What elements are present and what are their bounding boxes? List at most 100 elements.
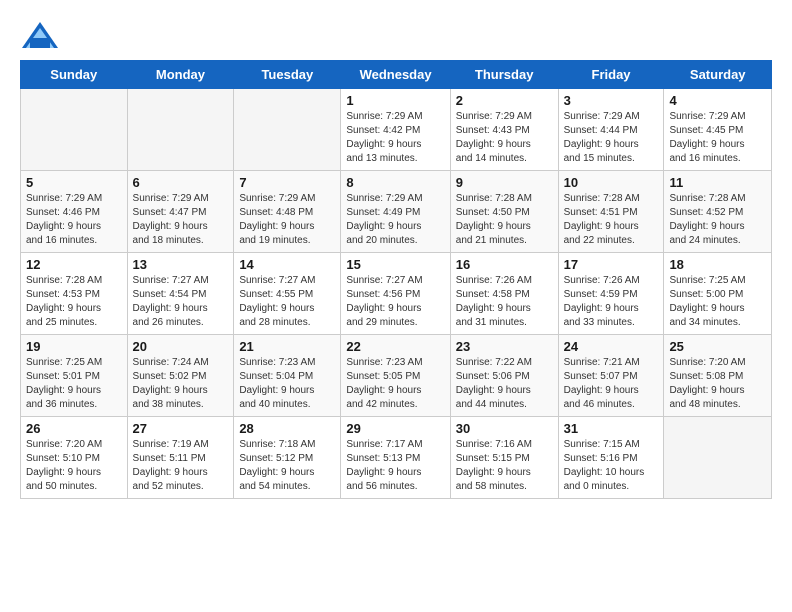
day-number: 17: [564, 257, 659, 272]
day-info: Sunrise: 7:28 AM Sunset: 4:50 PM Dayligh…: [456, 192, 553, 248]
calendar-cell: 2 Sunrise: 7:29 AM Sunset: 4:43 PM Daylig…: [450, 89, 558, 171]
calendar-cell: 11 Sunrise: 7:28 AM Sunset: 4:52 PM Dayli…: [664, 171, 772, 253]
day-info: Sunrise: 7:22 AM Sunset: 5:06 PM Dayligh…: [456, 356, 553, 412]
day-info: Sunrise: 7:29 AM Sunset: 4:45 PM Dayligh…: [669, 110, 766, 166]
day-info: Sunrise: 7:29 AM Sunset: 4:46 PM Dayligh…: [26, 192, 122, 248]
calendar-cell: 16 Sunrise: 7:26 AM Sunset: 4:58 PM Dayli…: [450, 253, 558, 335]
calendar-cell: 24Sunrise: 7:21 AM Sunset: 5:07 PM Dayli…: [558, 335, 664, 417]
calendar-cell: 23 Sunrise: 7:22 AM Sunset: 5:06 PM Dayli…: [450, 335, 558, 417]
day-info: Sunrise: 7:20 AM Sunset: 5:10 PM Dayligh…: [26, 438, 122, 494]
week-row-4: 19 Sunrise: 7:25 AM Sunset: 5:01 PM Dayli…: [21, 335, 772, 417]
day-number: 16: [456, 257, 553, 272]
calendar-table: SundayMondayTuesdayWednesdayThursdayFrid…: [20, 60, 772, 499]
day-info: Sunrise: 7:28 AM Sunset: 4:51 PM Dayligh…: [564, 192, 659, 248]
day-number: 23: [456, 339, 553, 354]
day-info: Sunrise: 7:21 AM Sunset: 5:07 PM Dayligh…: [564, 356, 659, 412]
day-number: 29: [346, 421, 444, 436]
day-info: Sunrise: 7:26 AM Sunset: 4:58 PM Dayligh…: [456, 274, 553, 330]
calendar-cell: 6 Sunrise: 7:29 AM Sunset: 4:47 PM Daylig…: [127, 171, 234, 253]
calendar-cell: 21Sunrise: 7:23 AM Sunset: 5:04 PM Dayli…: [234, 335, 341, 417]
day-info: Sunrise: 7:28 AM Sunset: 4:53 PM Dayligh…: [26, 274, 122, 330]
day-info: Sunrise: 7:29 AM Sunset: 4:47 PM Dayligh…: [133, 192, 229, 248]
calendar-cell: 26 Sunrise: 7:20 AM Sunset: 5:10 PM Dayli…: [21, 417, 128, 499]
day-number: 18: [669, 257, 766, 272]
day-header-sunday: Sunday: [21, 61, 128, 89]
day-info: Sunrise: 7:20 AM Sunset: 5:08 PM Dayligh…: [669, 356, 766, 412]
week-row-1: 1 Sunrise: 7:29 AM Sunset: 4:42 PM Daylig…: [21, 89, 772, 171]
day-info: Sunrise: 7:29 AM Sunset: 4:48 PM Dayligh…: [239, 192, 335, 248]
week-row-2: 5 Sunrise: 7:29 AM Sunset: 4:46 PM Daylig…: [21, 171, 772, 253]
calendar-cell: 30 Sunrise: 7:16 AM Sunset: 5:15 PM Dayli…: [450, 417, 558, 499]
day-header-wednesday: Wednesday: [341, 61, 450, 89]
day-number: 19: [26, 339, 122, 354]
day-number: 26: [26, 421, 122, 436]
calendar-cell: 27Sunrise: 7:19 AM Sunset: 5:11 PM Dayli…: [127, 417, 234, 499]
logo-icon: [20, 20, 60, 50]
day-info: Sunrise: 7:29 AM Sunset: 4:43 PM Dayligh…: [456, 110, 553, 166]
day-header-saturday: Saturday: [664, 61, 772, 89]
day-number: 5: [26, 175, 122, 190]
day-header-thursday: Thursday: [450, 61, 558, 89]
calendar-cell: 10 Sunrise: 7:28 AM Sunset: 4:51 PM Dayli…: [558, 171, 664, 253]
day-number: 11: [669, 175, 766, 190]
calendar-cell: 18 Sunrise: 7:25 AM Sunset: 5:00 PM Dayli…: [664, 253, 772, 335]
calendar-cell: 9 Sunrise: 7:28 AM Sunset: 4:50 PM Daylig…: [450, 171, 558, 253]
calendar-cell: 13Sunrise: 7:27 AM Sunset: 4:54 PM Dayli…: [127, 253, 234, 335]
day-number: 6: [133, 175, 229, 190]
calendar-cell: 12 Sunrise: 7:28 AM Sunset: 4:53 PM Dayli…: [21, 253, 128, 335]
day-info: Sunrise: 7:27 AM Sunset: 4:55 PM Dayligh…: [239, 274, 335, 330]
day-number: 28: [239, 421, 335, 436]
day-number: 1: [346, 93, 444, 108]
calendar-cell: 14 Sunrise: 7:27 AM Sunset: 4:55 PM Dayli…: [234, 253, 341, 335]
day-number: 4: [669, 93, 766, 108]
calendar-cell: 5 Sunrise: 7:29 AM Sunset: 4:46 PM Daylig…: [21, 171, 128, 253]
week-row-3: 12 Sunrise: 7:28 AM Sunset: 4:53 PM Dayli…: [21, 253, 772, 335]
calendar-cell: 29 Sunrise: 7:17 AM Sunset: 5:13 PM Dayli…: [341, 417, 450, 499]
day-number: 22: [346, 339, 444, 354]
calendar-cell: [234, 89, 341, 171]
day-info: Sunrise: 7:23 AM Sunset: 5:04 PM Dayligh…: [239, 356, 335, 412]
day-info: Sunrise: 7:16 AM Sunset: 5:15 PM Dayligh…: [456, 438, 553, 494]
week-row-5: 26 Sunrise: 7:20 AM Sunset: 5:10 PM Dayli…: [21, 417, 772, 499]
calendar-cell: 4 Sunrise: 7:29 AM Sunset: 4:45 PM Daylig…: [664, 89, 772, 171]
day-header-tuesday: Tuesday: [234, 61, 341, 89]
day-info: Sunrise: 7:29 AM Sunset: 4:49 PM Dayligh…: [346, 192, 444, 248]
day-number: 13: [133, 257, 229, 272]
day-number: 10: [564, 175, 659, 190]
day-info: Sunrise: 7:28 AM Sunset: 4:52 PM Dayligh…: [669, 192, 766, 248]
day-number: 7: [239, 175, 335, 190]
day-info: Sunrise: 7:24 AM Sunset: 5:02 PM Dayligh…: [133, 356, 229, 412]
day-info: Sunrise: 7:18 AM Sunset: 5:12 PM Dayligh…: [239, 438, 335, 494]
day-number: 30: [456, 421, 553, 436]
day-info: Sunrise: 7:17 AM Sunset: 5:13 PM Dayligh…: [346, 438, 444, 494]
day-info: Sunrise: 7:26 AM Sunset: 4:59 PM Dayligh…: [564, 274, 659, 330]
calendar-cell: 25 Sunrise: 7:20 AM Sunset: 5:08 PM Dayli…: [664, 335, 772, 417]
day-info: Sunrise: 7:29 AM Sunset: 4:44 PM Dayligh…: [564, 110, 659, 166]
day-number: 15: [346, 257, 444, 272]
day-number: 9: [456, 175, 553, 190]
calendar-cell: 28 Sunrise: 7:18 AM Sunset: 5:12 PM Dayli…: [234, 417, 341, 499]
day-number: 25: [669, 339, 766, 354]
day-info: Sunrise: 7:25 AM Sunset: 5:01 PM Dayligh…: [26, 356, 122, 412]
logo: [20, 20, 64, 50]
day-info: Sunrise: 7:27 AM Sunset: 4:56 PM Dayligh…: [346, 274, 444, 330]
calendar-cell: 20Sunrise: 7:24 AM Sunset: 5:02 PM Dayli…: [127, 335, 234, 417]
calendar-cell: 22Sunrise: 7:23 AM Sunset: 5:05 PM Dayli…: [341, 335, 450, 417]
day-number: 12: [26, 257, 122, 272]
calendar-cell: [21, 89, 128, 171]
calendar-cell: 19 Sunrise: 7:25 AM Sunset: 5:01 PM Dayli…: [21, 335, 128, 417]
day-header-monday: Monday: [127, 61, 234, 89]
calendar-cell: 8Sunrise: 7:29 AM Sunset: 4:49 PM Daylig…: [341, 171, 450, 253]
day-number: 31: [564, 421, 659, 436]
day-info: Sunrise: 7:25 AM Sunset: 5:00 PM Dayligh…: [669, 274, 766, 330]
calendar-cell: [127, 89, 234, 171]
day-info: Sunrise: 7:29 AM Sunset: 4:42 PM Dayligh…: [346, 110, 444, 166]
calendar-cell: 31 Sunrise: 7:15 AM Sunset: 5:16 PM Dayli…: [558, 417, 664, 499]
day-number: 2: [456, 93, 553, 108]
day-number: 27: [133, 421, 229, 436]
day-info: Sunrise: 7:15 AM Sunset: 5:16 PM Dayligh…: [564, 438, 659, 494]
header-row: SundayMondayTuesdayWednesdayThursdayFrid…: [21, 61, 772, 89]
calendar-cell: 1 Sunrise: 7:29 AM Sunset: 4:42 PM Daylig…: [341, 89, 450, 171]
calendar-cell: [664, 417, 772, 499]
day-number: 14: [239, 257, 335, 272]
